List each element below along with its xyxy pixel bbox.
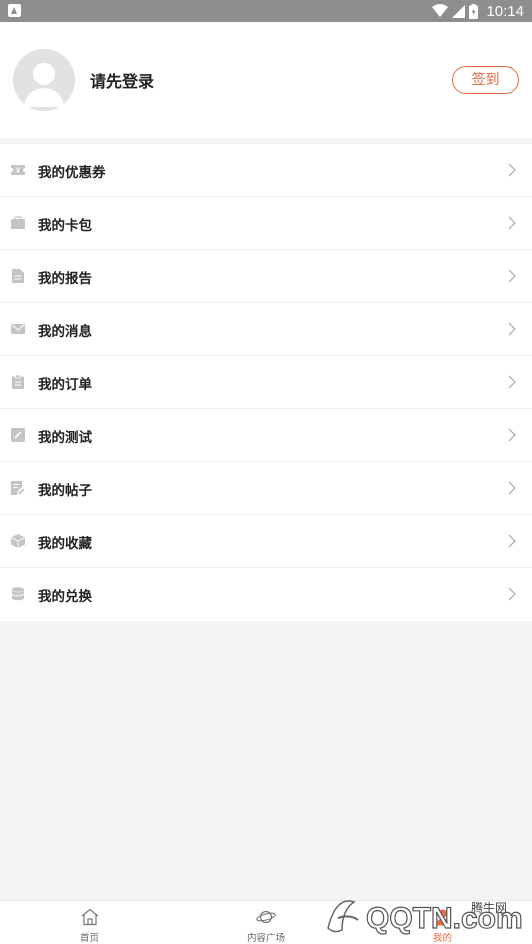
menu-item-messages[interactable]: 我的消息 bbox=[0, 303, 532, 356]
menu-item-exchange[interactable]: 我的兑换 bbox=[0, 568, 532, 621]
nav-content-square[interactable]: 内容广场 bbox=[206, 901, 326, 944]
menu-item-orders[interactable]: 我的订单 bbox=[0, 356, 532, 409]
login-prompt[interactable]: 请先登录 bbox=[90, 68, 154, 92]
exchange-icon bbox=[12, 587, 24, 601]
chevron-right-icon bbox=[508, 322, 516, 336]
menu-item-label: 我的消息 bbox=[38, 324, 92, 340]
status-bar: 10:14 bbox=[0, 0, 532, 22]
wifi-icon bbox=[432, 4, 449, 17]
menu-item-label: 我的收藏 bbox=[38, 536, 92, 552]
menu-item-reports[interactable]: 我的报告 bbox=[0, 250, 532, 303]
chevron-right-icon bbox=[508, 534, 516, 548]
test-icon bbox=[11, 428, 25, 442]
chevron-right-icon bbox=[508, 269, 516, 283]
home-icon bbox=[81, 908, 99, 926]
nav-home[interactable]: 首页 bbox=[30, 901, 150, 944]
signin-button[interactable]: 签到 bbox=[452, 66, 519, 94]
avatar[interactable] bbox=[13, 49, 75, 111]
profile-header: 请先登录 签到 bbox=[0, 22, 532, 138]
status-time: 10:14 bbox=[486, 2, 524, 20]
menu-item-label: 我的卡包 bbox=[38, 218, 92, 234]
menu-item-label: 我的优惠券 bbox=[38, 165, 106, 181]
qqtn-watermark-logo: QQTN.com bbox=[327, 900, 523, 936]
menu-item-label: 我的兑换 bbox=[38, 589, 92, 605]
planet-icon bbox=[256, 910, 276, 924]
chevron-right-icon bbox=[508, 163, 516, 177]
chevron-right-icon bbox=[508, 428, 516, 442]
order-icon bbox=[12, 375, 24, 389]
chevron-right-icon bbox=[508, 375, 516, 389]
menu-item-label: 我的帖子 bbox=[38, 483, 92, 499]
status-icons: 10:14 bbox=[432, 2, 524, 20]
menu-item-label: 我的测试 bbox=[38, 430, 92, 446]
menu-list: 我的优惠券 我的卡包 我的报告 我的消息 我的订单 我的测试 我的帖子 我的收藏… bbox=[0, 144, 532, 621]
chevron-right-icon bbox=[508, 216, 516, 230]
menu-item-label: 我的报告 bbox=[38, 271, 92, 287]
menu-item-wallet[interactable]: 我的卡包 bbox=[0, 197, 532, 250]
menu-item-posts[interactable]: 我的帖子 bbox=[0, 462, 532, 515]
chevron-right-icon bbox=[508, 587, 516, 601]
menu-item-tests[interactable]: 我的测试 bbox=[0, 409, 532, 462]
nav-label: 首页 bbox=[80, 933, 100, 944]
post-icon bbox=[11, 481, 25, 495]
battery-icon bbox=[469, 3, 479, 19]
signal-icon bbox=[452, 4, 466, 18]
default-avatar-icon bbox=[13, 49, 75, 111]
report-icon bbox=[12, 269, 24, 283]
favorite-icon bbox=[11, 534, 25, 548]
wallet-icon bbox=[11, 216, 25, 229]
menu-item-favorites[interactable]: 我的收藏 bbox=[0, 515, 532, 568]
nav-label: 内容广场 bbox=[247, 933, 286, 944]
message-icon bbox=[11, 324, 25, 334]
menu-item-coupons[interactable]: 我的优惠券 bbox=[0, 144, 532, 197]
watermark-site: 腾牛网 bbox=[471, 901, 508, 915]
menu-item-label: 我的订单 bbox=[38, 377, 92, 393]
coupon-icon bbox=[11, 165, 25, 175]
app-notification-icon bbox=[8, 4, 21, 17]
chevron-right-icon bbox=[508, 481, 516, 495]
